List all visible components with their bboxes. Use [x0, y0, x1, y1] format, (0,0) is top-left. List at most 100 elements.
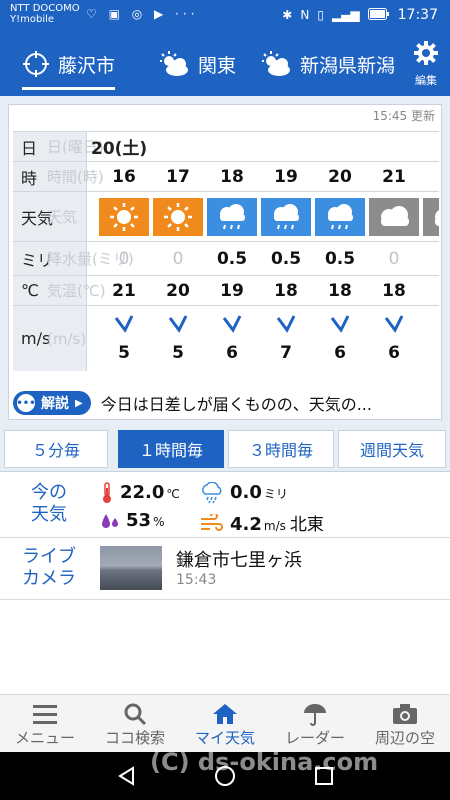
row-precip: ミリ 降水量(ミリ) 000.50.50.500 [13, 241, 439, 275]
precip-cell: 0 [421, 242, 439, 275]
explanation-label: 解説 [41, 396, 69, 412]
rain-cloud-icon [200, 482, 224, 504]
current-humidity: 53% [100, 510, 164, 531]
wind-icon [200, 513, 224, 532]
live-camera[interactable]: ライブ カメラ 鎌倉市七里ヶ浜 15:43 [0, 538, 450, 600]
carrier-name: NTT DOCOMO [10, 3, 80, 14]
current-weather[interactable]: 今の 天気 22.0 ℃ 0.0 ミリ 53% 4.2 m/s 北東 [0, 474, 450, 538]
cloudy-icon [369, 197, 419, 236]
sun-cloud-icon [260, 51, 292, 77]
wind-cell: 6 [367, 306, 421, 371]
wind-speed: 6 [388, 343, 400, 363]
camera-location: 鎌倉市七里ヶ浜 [176, 550, 302, 571]
temp-cell: 19 [220, 280, 244, 301]
nav-menu[interactable]: メニュー [0, 695, 90, 753]
current-precipitation: 0.0 ミリ [200, 482, 288, 504]
nav-my-weather[interactable]: マイ天気 [180, 695, 270, 753]
sun-cloud-icon [158, 51, 190, 77]
sunny-icon [153, 197, 203, 236]
camera-icon [392, 701, 418, 727]
row-day: 日 日(曜日) 20(土) [13, 131, 439, 161]
tab-location-kanto[interactable]: 関東 [158, 32, 236, 96]
humidity-drop-icon [100, 512, 120, 530]
weather-cell [205, 192, 259, 241]
wind-speed: 5 [172, 343, 184, 363]
rain-icon [315, 197, 365, 236]
tab-1hour[interactable]: １時間毎 [118, 430, 224, 468]
hour-cell: 19 [274, 166, 298, 187]
signal-icon: ▂▄▆ [331, 8, 360, 22]
hour-cell: 20 [328, 166, 352, 187]
tab-5min[interactable]: ５分毎 [4, 430, 108, 468]
clock: 17:37 [397, 7, 438, 23]
hour-cell: 18 [220, 166, 244, 187]
speech-bubble-icon: ••• [16, 394, 36, 412]
hour-cell: 17 [166, 166, 190, 187]
temp-cell: 21 [112, 280, 136, 301]
tab-location-niigata[interactable]: 新潟県新潟 [260, 32, 395, 96]
day-value: 20(土) [91, 139, 148, 159]
rain-icon [261, 197, 311, 236]
temp-cell: 18 [382, 280, 406, 301]
camera-time: 15:43 [176, 572, 217, 588]
menu-icon [32, 701, 58, 727]
back-button[interactable] [114, 764, 138, 788]
hour-cell: 2 [421, 162, 439, 191]
explanation-button[interactable]: ••• 解説 ▶ [13, 391, 91, 415]
chevron-right-icon: ▶ [75, 397, 83, 409]
status-bar: NTT DOCOMO Y!mobile ♡ ▣ ◎ ▶ ··· ✱ N ▯ ▂▄… [0, 0, 450, 32]
row-temp: ℃ 気温(℃) 2120191818181 [13, 275, 439, 305]
forecast-card: 15:45 更新 日 日(曜日) 20(土) 時 時間(時) 16 17 18 19 2… [8, 104, 442, 420]
wind-direction-icon [329, 314, 351, 341]
nfc-icon: N [300, 8, 310, 22]
row-wind: m/s (m/s) 5567666 [13, 305, 439, 371]
camera-thumbnail[interactable] [100, 546, 162, 590]
precip-cell: 0 [118, 248, 130, 269]
temp-cell: 20 [166, 280, 190, 301]
wind-direction-icon [383, 314, 405, 341]
hour-cell: 21 [382, 166, 406, 187]
row-weather: 天気 天気 [13, 191, 439, 241]
wind-direction-icon [113, 314, 135, 341]
wind-direction-icon [437, 314, 439, 341]
notification-icons: ♡ ▣ ◎ ▶ ··· [86, 7, 199, 21]
carrier-info: NTT DOCOMO Y!mobile [10, 3, 80, 25]
edit-label: 編集 [415, 74, 437, 87]
forecast-area: 15:45 更新 日 日(曜日) 20(土) 時 時間(時) 16 17 18 19 2… [0, 96, 450, 426]
nav-surrounding-sky[interactable]: 周辺の空 [360, 695, 450, 753]
vibrate-icon: ▯ [317, 8, 324, 22]
bluetooth-icon: ✱ [282, 8, 293, 22]
precip-cell: 0.5 [270, 248, 302, 269]
precip-cell: 0 [388, 248, 400, 269]
weather-cell [313, 192, 367, 241]
ghost-label-weather: 天気 [47, 208, 78, 226]
wind-direction-icon [275, 314, 297, 341]
edit-button[interactable]: 編集 [402, 32, 450, 96]
tab-3hour[interactable]: ３時間毎 [228, 430, 334, 468]
wind-cell: 6 [421, 306, 439, 371]
tab-label: 新潟県新潟 [300, 54, 396, 77]
search-icon [123, 701, 147, 727]
tab-location-fujisawa[interactable]: 藤沢市 [22, 32, 116, 96]
temp-cell: 1 [421, 276, 439, 305]
wind-direction-icon [221, 314, 243, 341]
wind-direction-icon [167, 314, 189, 341]
hourly-forecast-table[interactable]: 日 日(曜日) 20(土) 時 時間(時) 1617181920212 天気 天… [13, 131, 439, 379]
hour-cell: 16 [112, 166, 136, 187]
wind-speed: 7 [280, 343, 292, 363]
temp-cell: 18 [274, 280, 298, 301]
status-right: ✱ N ▯ ▂▄▆ 17:37 [282, 7, 438, 23]
precip-cell: 0 [172, 248, 184, 269]
wind-speed: 6 [226, 343, 238, 363]
nav-search[interactable]: ココ検索 [90, 695, 180, 753]
interval-tabs: ５分毎 １時間毎 ３時間毎 週間天気 [0, 426, 450, 472]
wind-cell: 5 [97, 306, 151, 371]
ghost-label-wind: (m/s) [47, 329, 87, 348]
tab-weekly[interactable]: 週間天気 [338, 430, 446, 468]
watermark-text: (C) ds-okina.com [150, 748, 379, 776]
nav-radar[interactable]: レーダー [270, 695, 360, 753]
radar-umbrella-icon [302, 701, 328, 727]
weather-cell [421, 192, 439, 241]
forecast-comment[interactable]: ••• 解説 ▶ 今日は日差しが届くものの、天気の... [13, 389, 439, 417]
wind-speed: 5 [118, 343, 130, 363]
